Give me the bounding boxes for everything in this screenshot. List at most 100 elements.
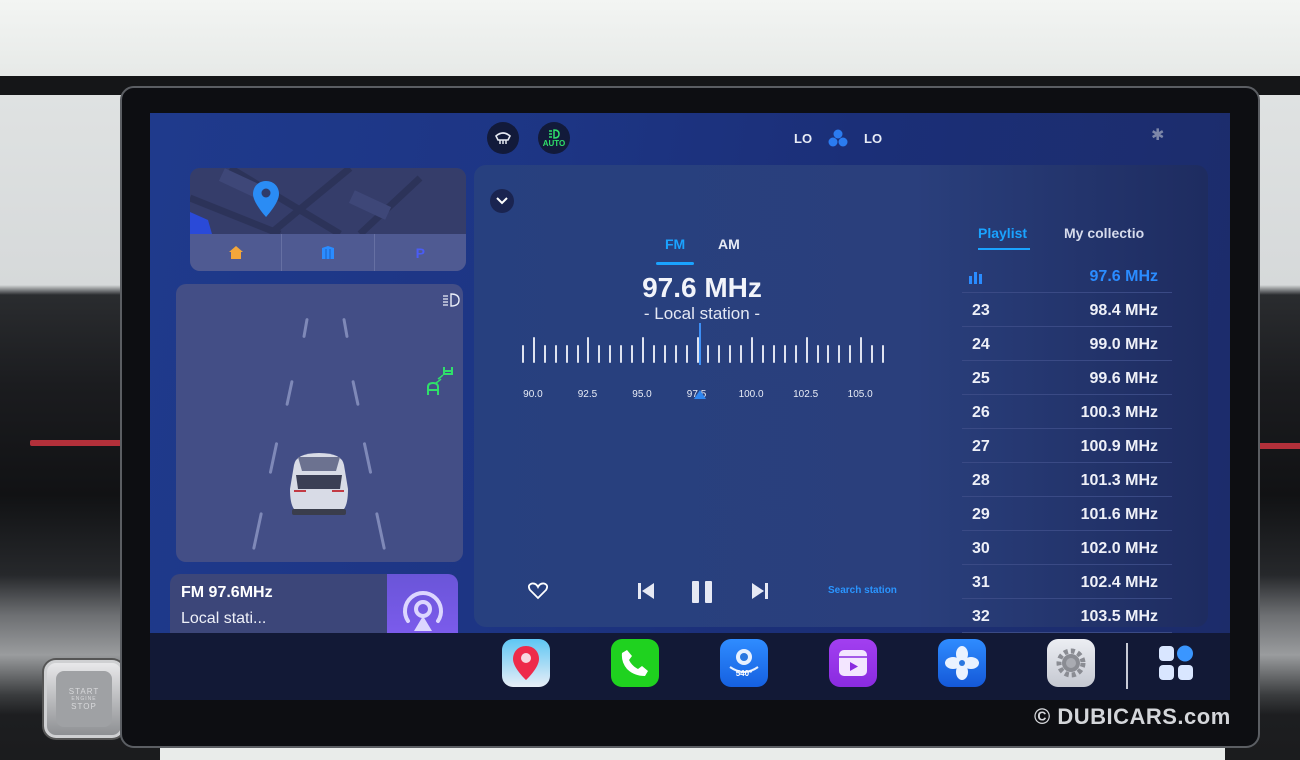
- tuner-minor-tick: [718, 345, 721, 363]
- tab-my-collection[interactable]: My collectio: [1064, 225, 1144, 241]
- station-frequency: 100.3 MHz: [1080, 404, 1158, 421]
- rear-defrost-button[interactable]: [487, 122, 519, 154]
- tuner-major-tick: [805, 337, 808, 363]
- tuner-minor-tick: [772, 345, 775, 363]
- auto-label: AUTO: [542, 138, 566, 148]
- station-number: 24: [972, 336, 990, 353]
- tuner-tick-label: 92.5: [577, 389, 598, 400]
- station-number: 29: [972, 506, 990, 523]
- quick-home-button[interactable]: [190, 234, 283, 271]
- station-number: 32: [972, 608, 990, 625]
- play-pause-button[interactable]: [688, 579, 716, 605]
- start-label: START: [68, 687, 100, 696]
- fan-icon: [945, 646, 979, 680]
- map-widget[interactable]: P: [190, 168, 466, 271]
- dock-app-video[interactable]: [829, 639, 877, 687]
- station-list-item[interactable]: 26 100.3 MHz: [962, 395, 1172, 429]
- temperature-left[interactable]: LO: [794, 131, 812, 146]
- current-frequency: 97.6 MHz: [642, 272, 762, 303]
- station-list-item[interactable]: 32 103.5 MHz: [962, 599, 1172, 633]
- favorite-button[interactable]: [526, 579, 550, 603]
- home-icon: [228, 246, 243, 259]
- lane-marking: [362, 442, 373, 474]
- media-title: FM 97.6MHz: [181, 584, 273, 601]
- tuner-minor-tick: [543, 345, 546, 363]
- station-number: 23: [972, 302, 990, 319]
- station-list-item[interactable]: 28 101.3 MHz: [962, 463, 1172, 497]
- station-list-item[interactable]: 31 102.4 MHz: [962, 565, 1172, 599]
- tuner-minor-tick: [598, 345, 601, 363]
- chevron-down-icon: [496, 197, 508, 205]
- gear-icon: [1056, 648, 1086, 678]
- tuner-minor-tick: [783, 345, 786, 363]
- search-station-button[interactable]: Search station: [828, 585, 897, 596]
- camera-540-icon: 540°: [729, 649, 759, 678]
- app-grid-icon: [1159, 645, 1193, 680]
- tuner-major-tick: [587, 337, 590, 363]
- dock-app-settings[interactable]: [1047, 639, 1095, 687]
- station-list-item[interactable]: 24 99.0 MHz: [962, 327, 1172, 361]
- band-tab-indicator: [656, 262, 694, 265]
- station-frequency: 102.0 MHz: [1080, 540, 1158, 557]
- seek-previous-button[interactable]: [634, 579, 658, 603]
- station-number: 27: [972, 438, 990, 455]
- band-tab-am[interactable]: AM: [718, 236, 740, 252]
- radio-broadcast-icon: [402, 591, 443, 631]
- tuner-minor-tick: [652, 345, 655, 363]
- infotainment-screen: AUTO LO LO ✱ P FM 97.6MHz Local stati...…: [150, 113, 1230, 700]
- tuner-tick-label: 100.0: [738, 389, 764, 400]
- station-list-item[interactable]: 23 98.4 MHz: [962, 293, 1172, 327]
- lane-marking: [252, 512, 263, 550]
- tuner-minor-tick: [871, 345, 874, 363]
- tuner-minor-tick: [631, 345, 634, 363]
- dock-app-all-apps[interactable]: [1152, 639, 1200, 687]
- tuner-minor-tick: [740, 345, 743, 363]
- tuner-tick-label: 95.0: [632, 389, 652, 400]
- tuner-minor-tick: [707, 345, 710, 363]
- frequency-tuner[interactable]: 90.0 92.5 95.0 97.5 100.0 102.5 105.0: [514, 323, 894, 413]
- dock-app-phone[interactable]: [611, 639, 659, 687]
- tab-playlist[interactable]: Playlist: [978, 225, 1027, 241]
- status-bar: AUTO LO LO ✱: [150, 113, 1230, 161]
- rear-defrost-icon: [495, 132, 511, 144]
- tuner-minor-tick: [762, 345, 764, 363]
- tuner-pointer[interactable]: [693, 390, 706, 399]
- band-tab-fm[interactable]: FM: [665, 236, 685, 252]
- quick-parking-button[interactable]: P: [375, 234, 466, 271]
- station-list-item[interactable]: 30 102.0 MHz: [962, 531, 1172, 565]
- mini-map[interactable]: [190, 168, 466, 238]
- station-frequency: 101.6 MHz: [1080, 506, 1158, 523]
- tuner-major-tick: [860, 337, 863, 363]
- auto-headlight-button[interactable]: AUTO: [538, 122, 570, 154]
- skip-previous-icon: [638, 583, 654, 599]
- now-playing-icon: [969, 272, 982, 284]
- quick-company-button[interactable]: [282, 234, 375, 271]
- tuner-needle[interactable]: [698, 323, 701, 365]
- dock-app-navigation[interactable]: [502, 639, 550, 687]
- tuner-minor-tick: [663, 345, 666, 363]
- fan-icon[interactable]: [828, 129, 848, 147]
- temperature-right[interactable]: LO: [864, 131, 882, 146]
- dock-app-climate[interactable]: [938, 639, 986, 687]
- dock-separator: [1126, 643, 1128, 689]
- tuner-minor-tick: [729, 345, 732, 363]
- headlight-icon: [549, 128, 560, 139]
- playlist-tab-indicator: [978, 248, 1030, 250]
- station-list-item[interactable]: 27 100.9 MHz: [962, 429, 1172, 463]
- collapse-button[interactable]: [490, 189, 514, 213]
- map-roads: [190, 168, 423, 238]
- start-stop-button[interactable]: START ENGINE STOP: [44, 660, 124, 738]
- tuner-tick-label: 102.5: [793, 389, 819, 400]
- dock-app-540-camera[interactable]: 540°: [720, 639, 768, 687]
- station-list-item[interactable]: 97.6 MHz: [962, 259, 1172, 293]
- station-frequency: 100.9 MHz: [1080, 438, 1158, 455]
- station-list-item[interactable]: 25 99.6 MHz: [962, 361, 1172, 395]
- tuner-minor-tick: [827, 345, 830, 363]
- lane-marking: [351, 379, 360, 407]
- driver-assist-widget: [176, 284, 463, 562]
- station-list-item[interactable]: 29 101.6 MHz: [962, 497, 1172, 531]
- radio-panel: FM AM 97.6 MHz - Local station - 90.0 92.…: [474, 165, 1208, 633]
- seek-next-button[interactable]: [748, 579, 772, 603]
- lane-marking: [342, 317, 349, 339]
- tuner-minor-tick: [816, 345, 819, 363]
